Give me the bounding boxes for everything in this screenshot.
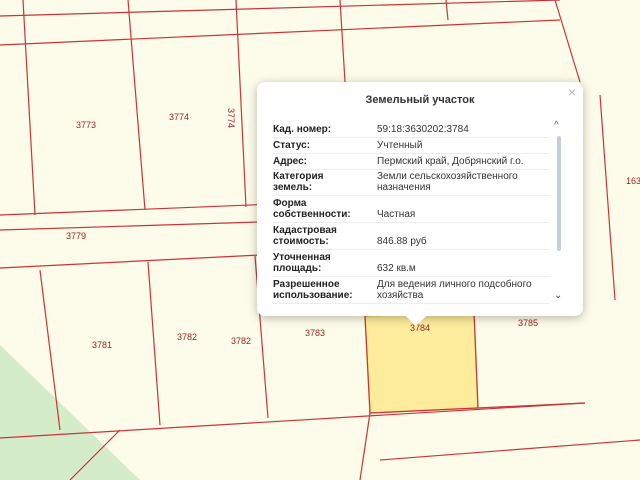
info-row-label: Кад. номер:	[273, 124, 332, 135]
info-row: Кад. номер: 59:18:3630202:3784	[273, 122, 550, 138]
info-row: Категория земель: Земли сельскохозяйственн…	[273, 170, 550, 196]
info-row-value: Учтенный	[377, 140, 423, 151]
plot-number-3785: 3785	[518, 318, 538, 328]
info-row: Адрес: Пермский край, Добрянский г.о.	[273, 154, 550, 170]
popup-pointer	[406, 316, 426, 326]
close-icon[interactable]: ×	[568, 84, 576, 100]
info-row-value: Для ведения личного подсобного хозяйства	[377, 279, 532, 301]
plot-number-3781: 3781	[92, 340, 112, 350]
info-row: Кадастровая стоимость: 846.88 руб	[273, 223, 550, 250]
info-row-value: Частная	[377, 209, 416, 220]
info-row-value: 846.88 руб	[377, 236, 427, 247]
plot-number-3782: 3782	[231, 336, 251, 346]
scrollbar-thumb[interactable]	[557, 136, 561, 251]
plot-number-3782: 3782	[177, 332, 197, 342]
info-row: Статус: Учтенный	[273, 138, 550, 154]
info-row: Разрешенное использование: Для ведения лич…	[273, 277, 550, 304]
plot-number-3774-vertical: 3774	[226, 108, 236, 128]
info-row-value: 632 кв.м	[377, 263, 416, 274]
info-row-value: Земли сельскохозяйственного назначения	[377, 171, 518, 193]
info-row-label: Категория земель:	[273, 171, 324, 193]
info-row-label: Адрес:	[273, 156, 307, 167]
plot-number-3779: 3779	[66, 231, 86, 241]
info-row-label: Кадастровая стоимость:	[273, 225, 337, 247]
info-row-label: Уточненная площадь:	[273, 252, 331, 274]
chevron-down-icon[interactable]: ⌄	[554, 290, 562, 301]
info-row: Уточненная площадь: 632 кв.м	[273, 250, 550, 277]
scroll-up-icon[interactable]: ^	[554, 120, 559, 131]
info-row: Форма собственности: Частная	[273, 196, 550, 223]
plot-number-3773: 3773	[76, 120, 96, 130]
plot-number-3783: 3783	[305, 328, 325, 338]
popup-title: Земельный участок	[365, 94, 475, 106]
info-row-value: Пермский край, Добрянский г.о.	[377, 156, 524, 167]
plot-number-3774: 3774	[169, 112, 189, 122]
plot-info-list[interactable]: Кад. номер: 59:18:3630202:3784 Статус: Учте…	[273, 122, 550, 308]
info-row-label: Статус:	[273, 140, 311, 151]
info-row-label: Форма собственности:	[273, 198, 351, 220]
info-row-label: Разрешенное использование:	[273, 279, 353, 301]
land-plot-popup: Земельный участок × Кад. номер: 59:18:363…	[257, 82, 583, 326]
plot-number-163: 163	[626, 176, 640, 186]
info-row-value: 59:18:3630202:3784	[377, 124, 469, 135]
